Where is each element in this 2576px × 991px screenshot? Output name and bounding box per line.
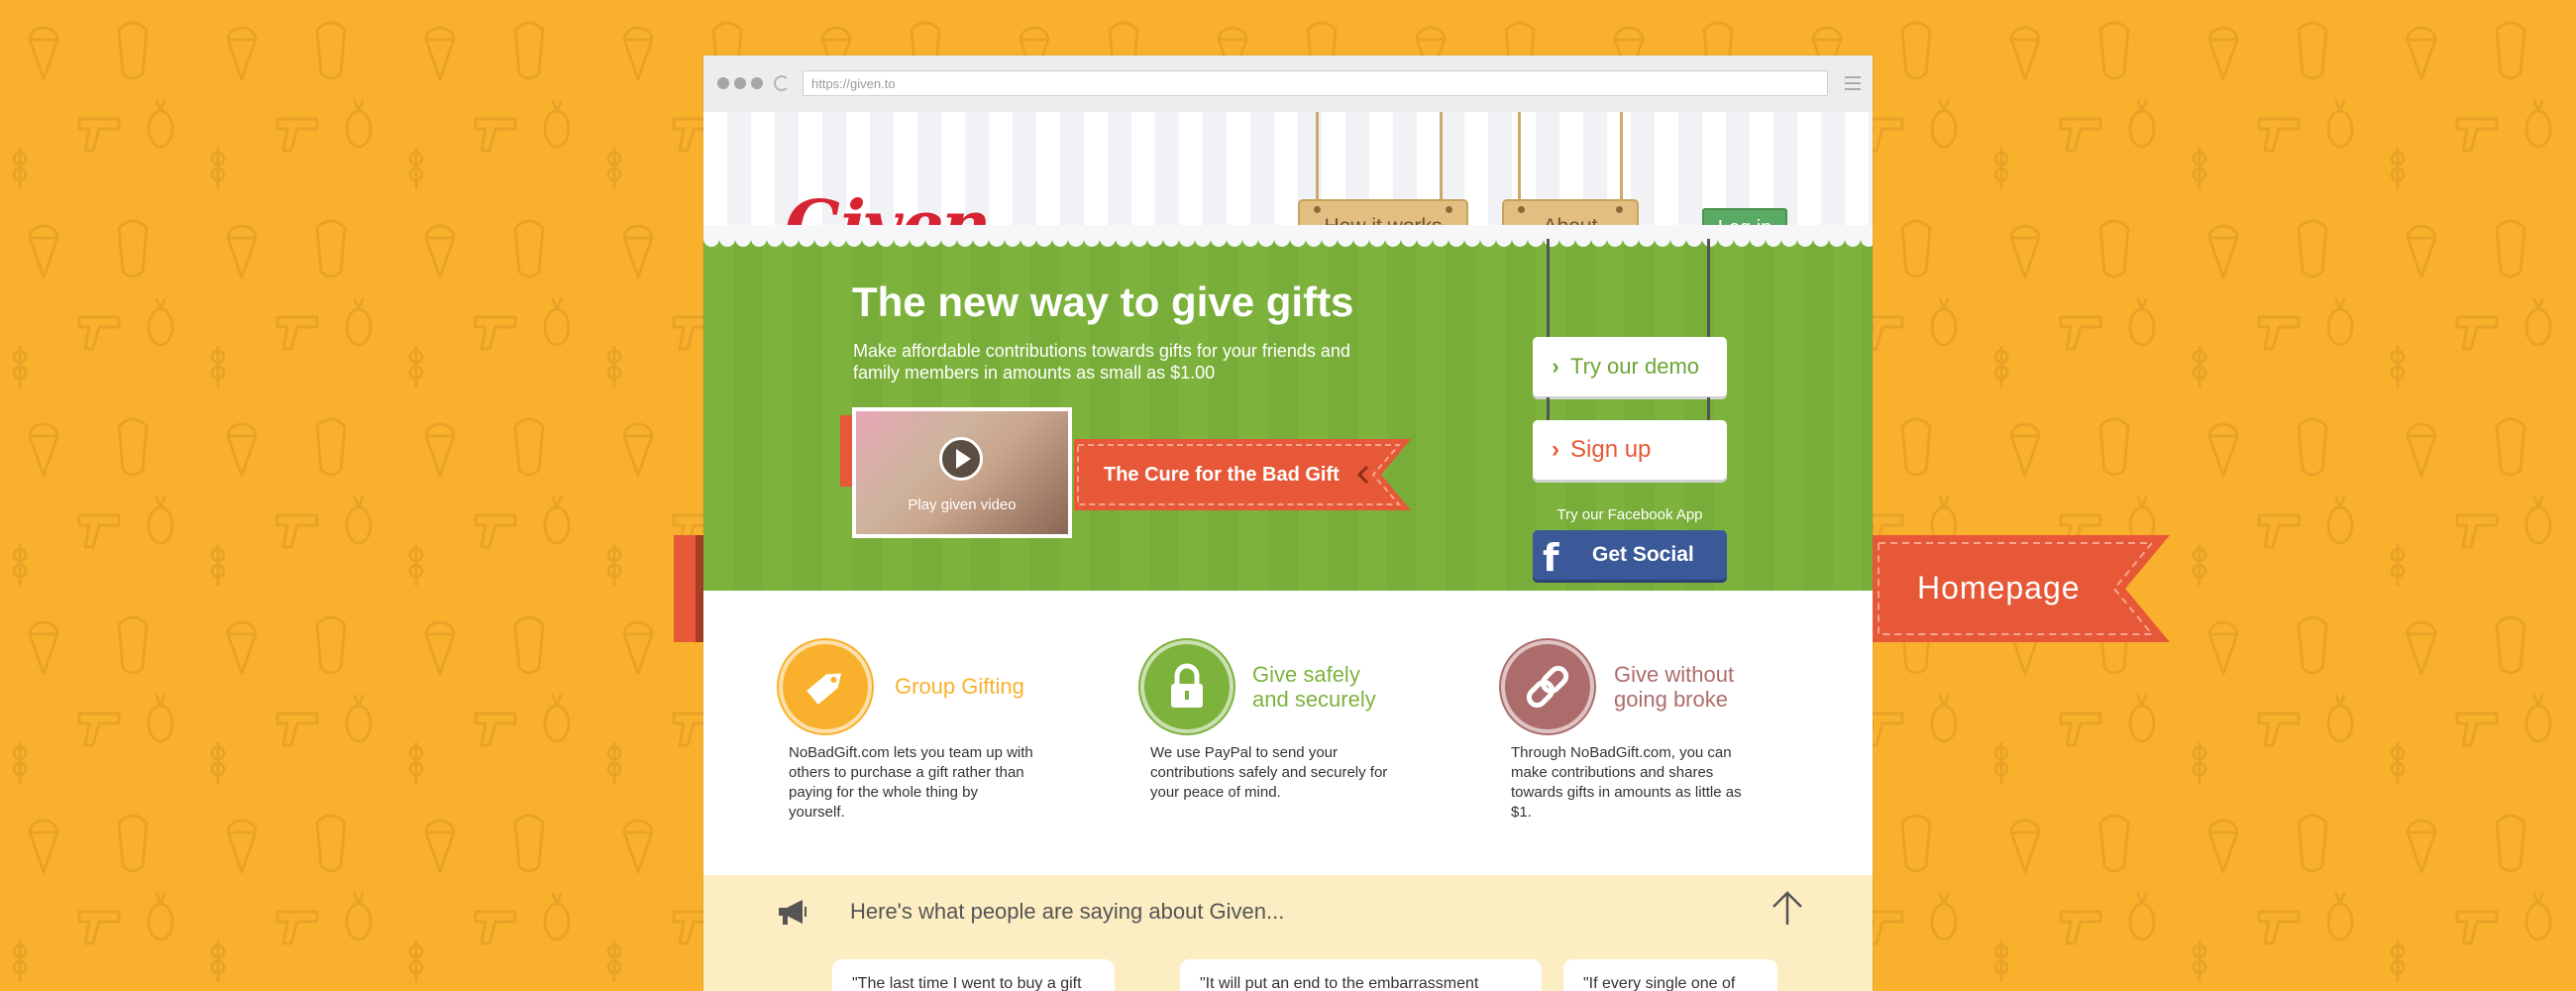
play-icon[interactable] bbox=[939, 437, 983, 481]
feature-badge bbox=[1140, 640, 1234, 733]
window-dot-icon[interactable] bbox=[734, 77, 746, 89]
sign-string bbox=[1518, 112, 1521, 206]
testimonials-section: Here's what people are saying about Give… bbox=[703, 875, 1873, 991]
video-thumbnail[interactable]: Play given video bbox=[852, 407, 1072, 538]
feature-description: Through NoBadGift.com, you can make cont… bbox=[1511, 744, 1742, 821]
testimonial-card: "It will put an end to the embarrassment bbox=[1180, 959, 1542, 991]
sign-string bbox=[1316, 112, 1319, 206]
facebook-icon: f bbox=[1543, 536, 1559, 580]
feature-title: Give safely and securely bbox=[1252, 662, 1376, 712]
browser-window: https://given.to Given How it works Abou… bbox=[703, 55, 1873, 991]
reload-icon[interactable] bbox=[774, 75, 790, 91]
feature-description: We use PayPal to send your contributions… bbox=[1150, 744, 1388, 801]
window-dot-icon[interactable] bbox=[751, 77, 763, 89]
feature-description: NoBadGift.com lets you team up with othe… bbox=[789, 744, 1033, 821]
hero-title: The new way to give gifts bbox=[852, 278, 1354, 325]
scallop-edge bbox=[703, 225, 1873, 247]
chevron-right-icon: › bbox=[1552, 354, 1559, 379]
feature-badge bbox=[779, 640, 872, 733]
testimonial-card: "If every single one of bbox=[1563, 959, 1777, 991]
feature-badge bbox=[1501, 640, 1594, 733]
banner-tail-shadow bbox=[696, 535, 703, 642]
facebook-label: Get Social bbox=[1592, 543, 1694, 566]
feature-title: Give without going broke bbox=[1614, 662, 1735, 712]
testimonial-card: "The last time I went to buy a gift bbox=[832, 959, 1115, 991]
lock-icon bbox=[1171, 663, 1203, 708]
chevron-right-icon: › bbox=[1552, 436, 1559, 463]
hero-subtitle: Make affordable contributions towards gi… bbox=[853, 341, 1350, 383]
url-bar[interactable]: https://given.to bbox=[803, 70, 1828, 96]
facebook-caption: Try our Facebook App bbox=[1556, 506, 1703, 523]
sign-up-button[interactable]: › Sign up bbox=[1533, 420, 1727, 480]
hero-section: The new way to give gifts Make affordabl… bbox=[703, 225, 1873, 591]
testimonials-heading: Here's what people are saying about Give… bbox=[850, 899, 1285, 924]
browser-menu-icon[interactable] bbox=[1845, 76, 1861, 94]
homepage-label: Homepage bbox=[1917, 570, 2081, 606]
signup-label: Sign up bbox=[1570, 436, 1652, 463]
arrow-up-icon[interactable] bbox=[1768, 889, 1807, 929]
browser-chrome: https://given.to bbox=[703, 55, 1873, 113]
facebook-button[interactable]: f Get Social bbox=[1533, 530, 1727, 580]
window-dot-icon[interactable] bbox=[717, 77, 729, 89]
demo-label: Try our demo bbox=[1570, 354, 1700, 379]
try-demo-button[interactable]: › Try our demo bbox=[1533, 337, 1727, 396]
sign-string bbox=[1620, 112, 1623, 206]
ribbon-text: The Cure for the Bad Gift bbox=[1104, 464, 1340, 486]
feature-title: Group Gifting bbox=[895, 674, 1024, 699]
megaphone-icon bbox=[779, 900, 806, 925]
sign-string bbox=[1440, 112, 1443, 206]
features-section: Group Gifting NoBadGift.com lets you tea… bbox=[703, 591, 1873, 875]
link-icon bbox=[1526, 665, 1569, 709]
cta-string bbox=[1547, 239, 1550, 342]
video-label: Play given video bbox=[908, 496, 1017, 513]
tag-icon bbox=[806, 673, 842, 705]
cta-string bbox=[1707, 239, 1710, 342]
